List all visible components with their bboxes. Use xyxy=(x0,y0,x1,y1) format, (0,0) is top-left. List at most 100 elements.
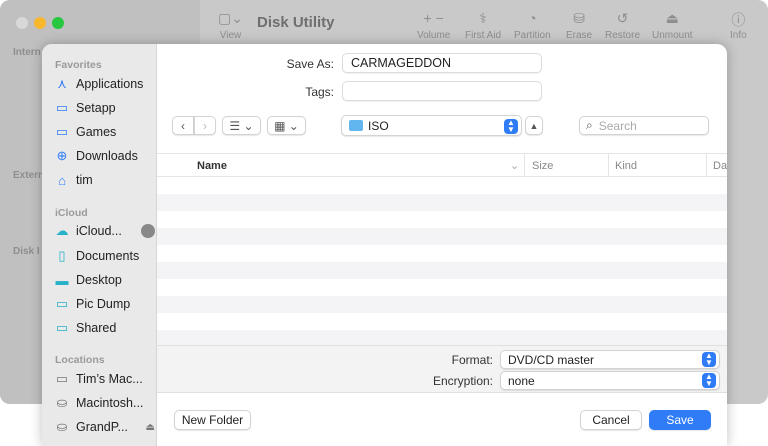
toolbar-restore[interactable]: ↺ Restore xyxy=(605,10,640,41)
window-title: Disk Utility xyxy=(257,14,335,31)
minimize-button[interactable] xyxy=(34,17,46,29)
group-button[interactable]: ▦ ⌄ xyxy=(267,116,306,135)
toolbar-label: Unmount xyxy=(652,30,693,41)
sidebar-item-label: Games xyxy=(76,125,117,139)
empty-row xyxy=(157,262,727,279)
view-button[interactable]: ▢⌄ View xyxy=(218,10,243,41)
unmount-icon: ⏏ xyxy=(665,10,679,26)
folder-icon xyxy=(349,120,363,131)
empty-row xyxy=(157,296,727,313)
empty-row xyxy=(157,211,727,228)
chevron-right-icon: › xyxy=(203,118,207,133)
empty-row xyxy=(157,177,727,194)
stepper-icon: ▲ ▼ xyxy=(702,352,716,367)
document-icon: ▯ xyxy=(58,248,66,263)
forward-button[interactable]: › xyxy=(194,116,216,135)
accessory-panel: Format: DVD/CD master ▲ ▼ Encryption: none… xyxy=(157,345,727,393)
sidebar-item-pic-dump[interactable]: ▭ Pic Dump xyxy=(55,294,155,314)
search-field[interactable]: ⌕ Search xyxy=(579,116,709,135)
expand-collapse-button[interactable]: ▲ xyxy=(525,116,543,135)
save-as-input[interactable]: CARMAGEDDON xyxy=(342,53,542,73)
save-button[interactable]: Save xyxy=(649,410,711,430)
location-popup[interactable]: ISO ▲ ▼ xyxy=(341,115,522,136)
search-placeholder: Search xyxy=(598,118,637,133)
save-dialog: Favorites ⋏ Applications ▭ Setapp ▭ Games ⊕… xyxy=(42,44,727,446)
view-label: View xyxy=(219,30,242,41)
desktop-icon: ▬ xyxy=(55,272,69,288)
sidebar-item-grandp[interactable]: ⛀ GrandP... ⏏ xyxy=(55,417,155,437)
laptop-icon: ▭ xyxy=(55,371,69,386)
sidebar-item-macintosh-hd[interactable]: ⛀ Macintosh... xyxy=(55,393,155,413)
sync-progress-icon xyxy=(141,224,155,238)
sidebar-item-games[interactable]: ▭ Games xyxy=(55,122,155,142)
toolbar-volume[interactable]: + − Volume xyxy=(417,10,450,41)
eject-icon[interactable]: ⏏ xyxy=(146,422,155,433)
save-as-label: Save As: xyxy=(286,57,334,71)
sidebar-item-label: Documents xyxy=(76,249,140,263)
format-label: Format: xyxy=(451,353,493,367)
file-list[interactable] xyxy=(157,177,727,347)
sidebar-item-shared[interactable]: ▭ Shared xyxy=(55,318,155,338)
sidebar-item-tim[interactable]: ⌂ tim xyxy=(55,170,155,190)
chevron-left-icon: ‹ xyxy=(181,118,185,133)
toolbar-label: Volume xyxy=(417,30,451,41)
sidebar-item-label: iCloud... xyxy=(76,224,122,238)
empty-row xyxy=(157,245,727,262)
toolbar-info[interactable]: ⓘ Info xyxy=(730,10,747,41)
column-name[interactable]: Name xyxy=(197,160,227,172)
empty-row xyxy=(157,228,727,245)
shared-folder-icon: ▭ xyxy=(55,320,69,335)
zoom-button[interactable] xyxy=(52,17,64,29)
sidebar-item-downloads[interactable]: ⊕ Downloads xyxy=(55,146,155,166)
sidebar-item-label: Tim’s Mac... xyxy=(76,372,143,386)
toolbar-label: Restore xyxy=(605,30,641,41)
cloud-icon: ☁ xyxy=(55,223,69,238)
cancel-button[interactable]: Cancel xyxy=(580,410,642,430)
sidebar-item-label: Shared xyxy=(76,321,117,335)
drive-icon: ⛀ xyxy=(56,419,68,434)
encryption-label: Encryption: xyxy=(432,374,493,388)
tags-input[interactable] xyxy=(342,81,542,101)
chevron-up-icon: ▲ xyxy=(529,120,539,131)
plus-minus-icon: + − xyxy=(423,10,444,26)
toolbar-first-aid[interactable]: ⚕ First Aid xyxy=(465,10,501,41)
close-button[interactable] xyxy=(16,17,28,29)
sidebar-item-applications[interactable]: ⋏ Applications xyxy=(55,74,155,94)
sidebar-item-desktop[interactable]: ▬ Desktop xyxy=(55,270,155,290)
list-icon: ☰ ⌄ xyxy=(229,118,254,133)
drive-icon: ⛀ xyxy=(56,395,68,410)
sidebar-item-label: Pic Dump xyxy=(76,297,131,311)
sidebar-item-setapp[interactable]: ▭ Setapp xyxy=(55,98,155,118)
dialog-sidebar: Favorites ⋏ Applications ▭ Setapp ▭ Games ⊕… xyxy=(42,44,157,446)
stepper-icon: ▲ ▼ xyxy=(504,119,518,134)
folder-icon: ▭ xyxy=(55,100,69,115)
column-size[interactable]: Size xyxy=(532,160,553,172)
list-view-button[interactable]: ☰ ⌄ xyxy=(222,116,261,135)
sidebar-item-documents[interactable]: ▯ Documents xyxy=(55,246,155,266)
info-icon: ⓘ xyxy=(731,12,746,28)
toolbar-partition[interactable]: ◔ Partition xyxy=(514,10,551,41)
grid-icon: ▦ ⌄ xyxy=(274,118,299,133)
new-folder-button[interactable]: New Folder xyxy=(174,410,251,430)
sidebar-item-label: GrandP... xyxy=(76,420,128,434)
encryption-popup[interactable]: none ▲ ▼ xyxy=(500,371,720,390)
applications-icon: ⋏ xyxy=(57,76,67,91)
window-controls xyxy=(16,17,64,29)
restore-icon: ↺ xyxy=(616,10,629,26)
column-kind[interactable]: Kind xyxy=(615,160,637,172)
locations-header: Locations xyxy=(55,354,105,366)
tags-label: Tags: xyxy=(305,85,334,99)
toolbar-unmount[interactable]: ⏏ Unmount xyxy=(652,10,693,41)
sidebar-item-mac[interactable]: ▭ Tim’s Mac... xyxy=(55,369,155,389)
file-list-header: Name ⌄ Size Kind Date xyxy=(157,153,727,177)
format-popup[interactable]: DVD/CD master ▲ ▼ xyxy=(500,350,720,369)
empty-row xyxy=(157,279,727,296)
sidebar-item-icloud-drive[interactable]: ☁ iCloud... xyxy=(55,221,155,241)
column-date[interactable]: Date xyxy=(713,160,727,172)
back-button[interactable]: ‹ xyxy=(172,116,194,135)
empty-row xyxy=(157,313,727,330)
folder-icon: ▭ xyxy=(55,124,69,139)
favorites-header: Favorites xyxy=(55,59,102,71)
erase-icon: ⛁ xyxy=(573,10,585,26)
toolbar-erase[interactable]: ⛁ Erase xyxy=(566,10,592,41)
